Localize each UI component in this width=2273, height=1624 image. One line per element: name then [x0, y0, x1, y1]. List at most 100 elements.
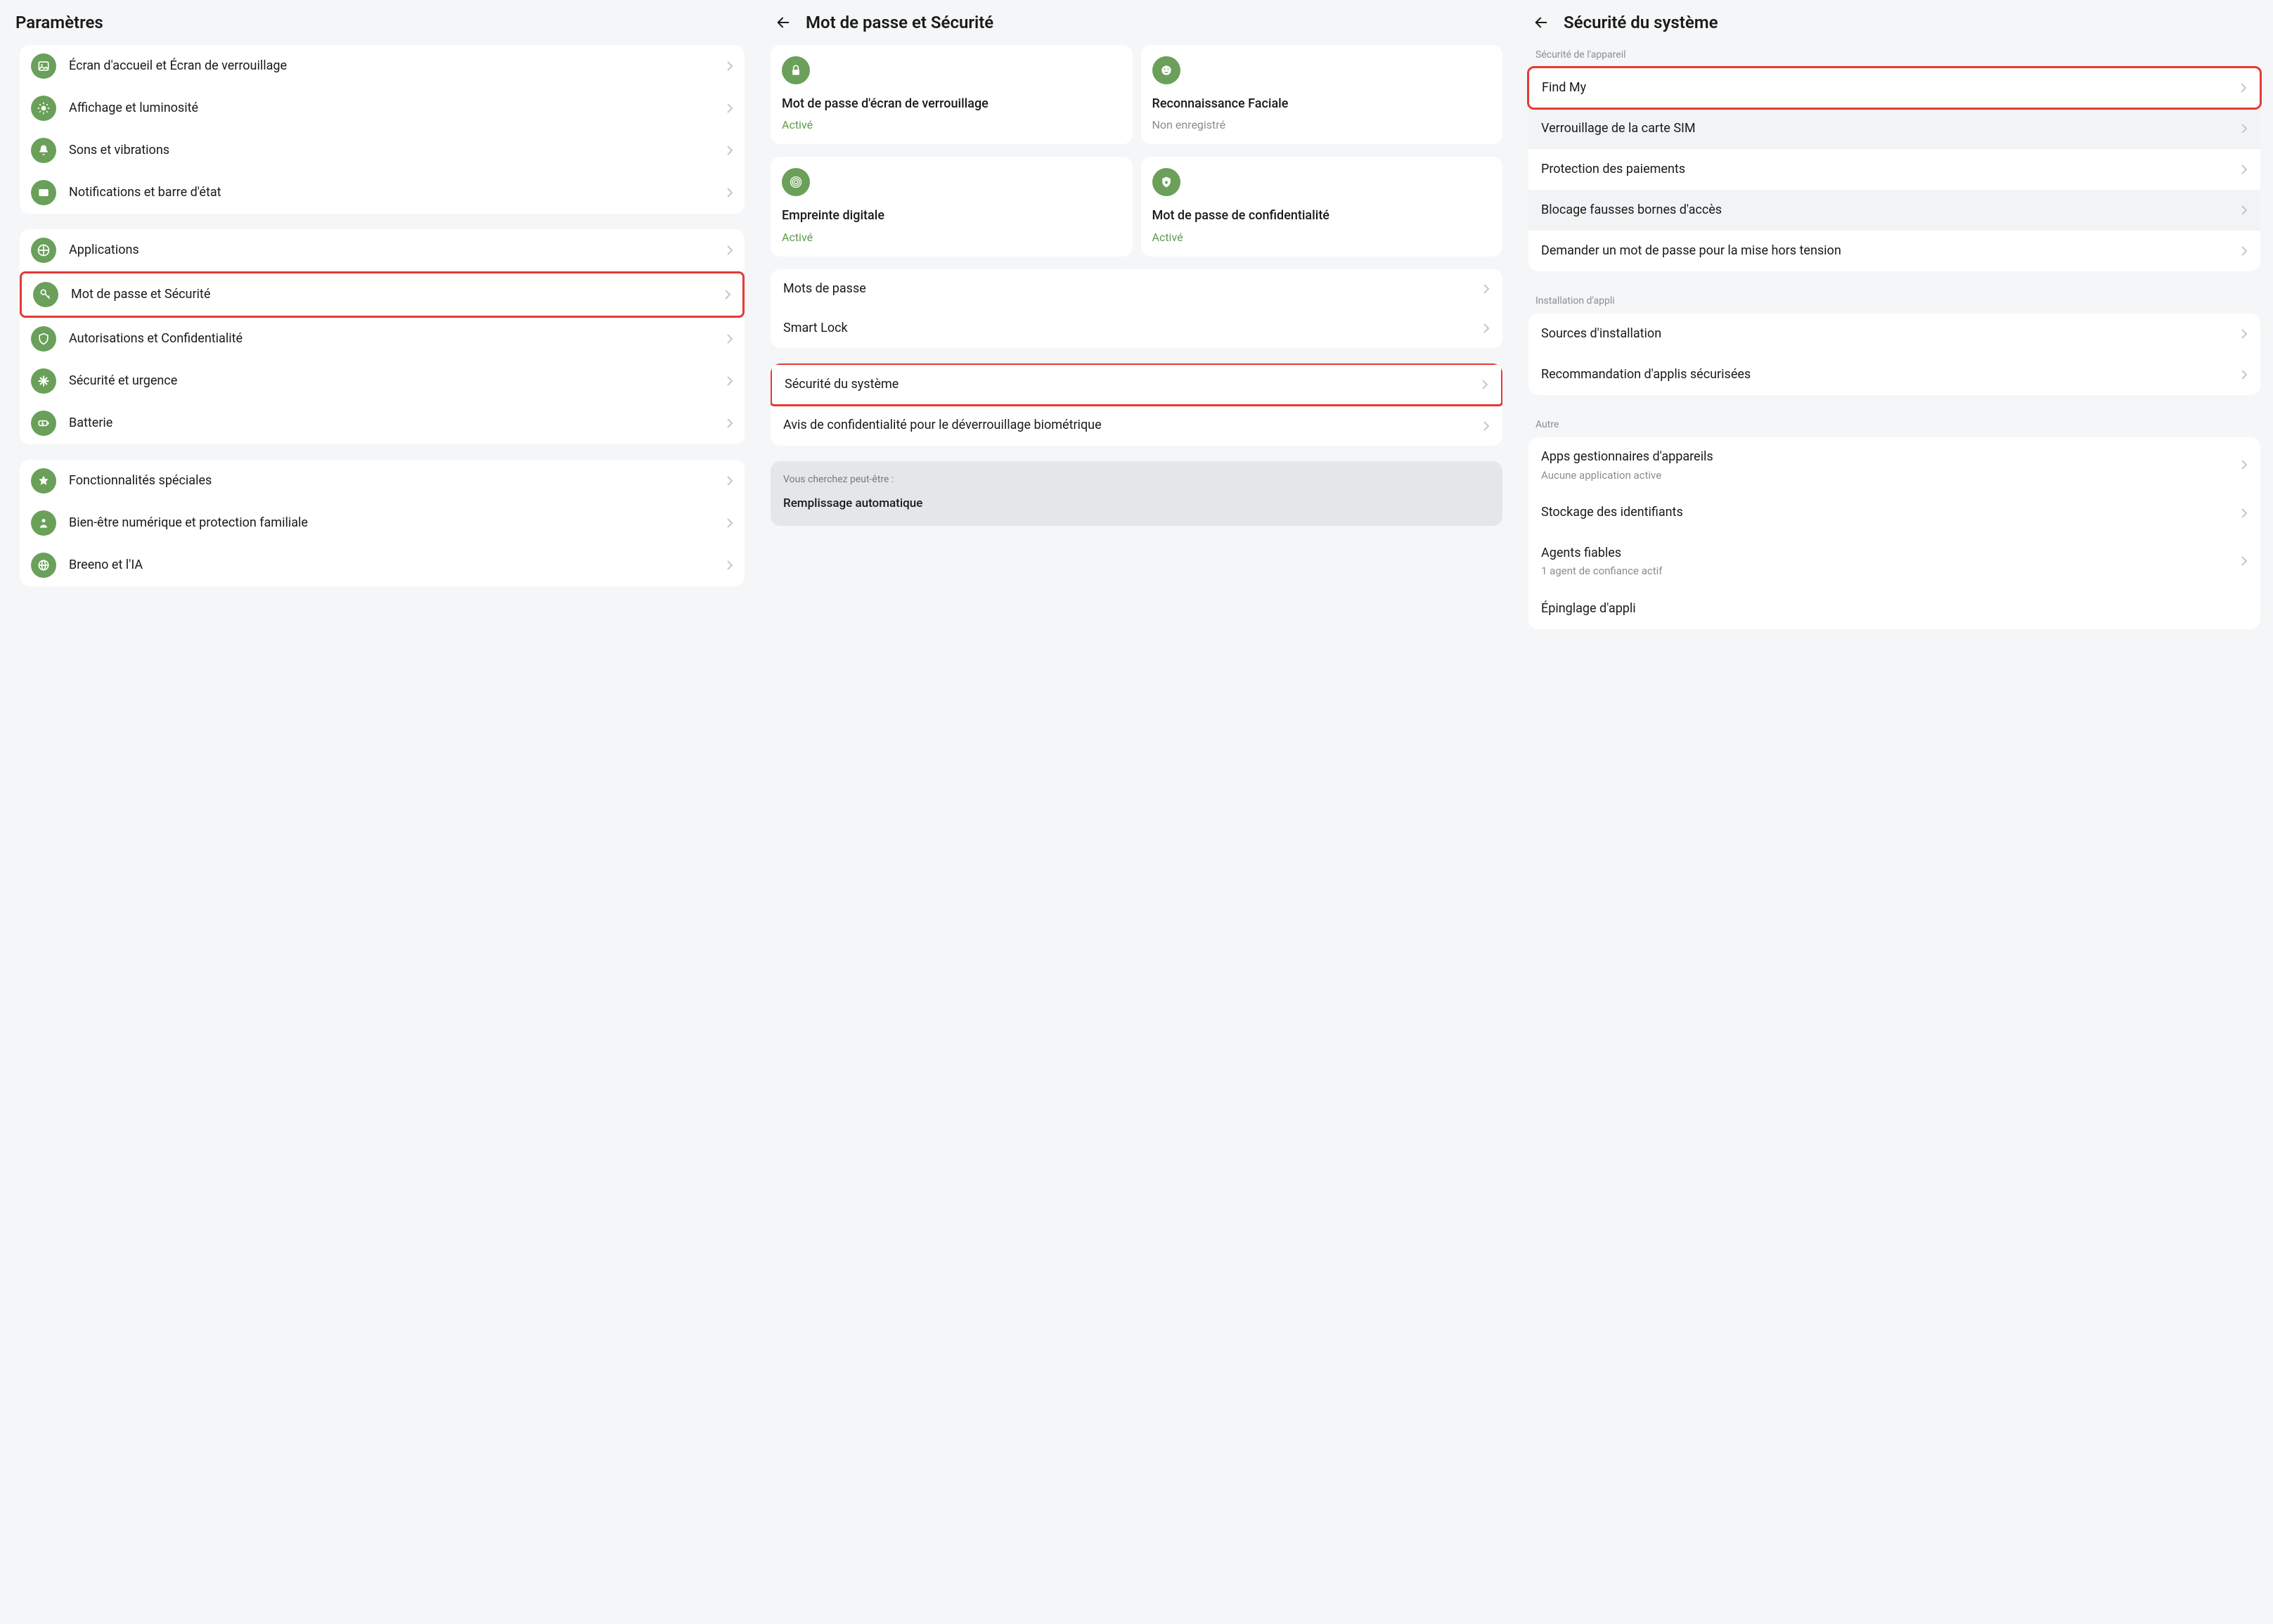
row-label: Sources d'installation: [1541, 326, 2241, 342]
list-item-biometric-privacy[interactable]: Avis de confidentialité pour le déverrou…: [771, 406, 1502, 445]
item-sim-lock[interactable]: Verrouillage de la carte SIM: [1528, 108, 2260, 149]
privacy-lock-icon: [1152, 168, 1180, 196]
chevron-right-icon: [1483, 323, 1490, 334]
card-fingerprint[interactable]: Empreinte digitale Activé: [771, 157, 1133, 256]
chevron-right-icon: [2241, 205, 2248, 216]
row-label: Find My: [1542, 79, 2240, 96]
row-label: Breeno et l'IA: [69, 557, 726, 573]
card-status: Activé: [782, 231, 1121, 244]
settings-item-lockscreen[interactable]: Écran d'accueil et Écran de verrouillage: [20, 45, 745, 87]
chevron-right-icon: [726, 245, 733, 256]
brightness-icon: [31, 96, 56, 121]
item-install-sources[interactable]: Sources d'installation: [1528, 314, 2260, 354]
item-secure-apps-recommendation[interactable]: Recommandation d'applis sécurisées: [1528, 354, 2260, 395]
row-label: Recommandation d'applis sécurisées: [1541, 366, 2241, 383]
item-credential-storage[interactable]: Stockage des identifiants: [1528, 493, 2260, 534]
settings-item-special[interactable]: Fonctionnalités spéciales: [20, 460, 745, 502]
card-lockscreen-password[interactable]: Mot de passe d'écran de verrouillage Act…: [771, 45, 1133, 144]
card-status: Non enregistré: [1152, 118, 1492, 131]
chevron-right-icon: [726, 145, 733, 156]
section-head-other: Autre: [1516, 415, 2273, 437]
row-label: Sons et vibrations: [69, 142, 726, 158]
image-icon: [31, 53, 56, 79]
row-label: Affichage et luminosité: [69, 100, 726, 116]
list-item-passwords[interactable]: Mots de passe: [771, 269, 1502, 309]
row-label: Applications: [69, 242, 726, 258]
chevron-right-icon: [726, 560, 733, 571]
row-label: Apps gestionnaires d'appareils: [1541, 449, 2241, 465]
chevron-right-icon: [2241, 164, 2248, 175]
header: Paramètres: [0, 13, 757, 45]
header: Sécurité du système: [1516, 13, 2273, 45]
chevron-right-icon: [726, 418, 733, 429]
item-trusted-agents[interactable]: Agents fiables 1 agent de confiance acti…: [1528, 534, 2260, 588]
chevron-right-icon: [2241, 508, 2248, 519]
row-label: Blocage fausses bornes d'accès: [1541, 202, 2241, 219]
settings-item-battery[interactable]: Batterie: [20, 402, 745, 444]
grid-icon: [31, 238, 56, 263]
bell-icon: [31, 138, 56, 163]
settings-item-password-security[interactable]: Mot de passe et Sécurité: [20, 271, 745, 318]
row-label: Écran d'accueil et Écran de verrouillage: [69, 58, 726, 74]
row-label: Avis de confidentialité pour le déverrou…: [783, 417, 1483, 434]
back-button[interactable]: [1531, 13, 1551, 32]
settings-item-permissions[interactable]: Autorisations et Confidentialité: [20, 318, 745, 360]
key-icon: [33, 282, 58, 307]
row-sublabel: 1 agent de confiance actif: [1541, 565, 2241, 577]
list-group-2: Sécurité du système Avis de confidential…: [771, 363, 1502, 446]
list-item-smart-lock[interactable]: Smart Lock: [771, 309, 1502, 348]
card-face-recognition[interactable]: Reconnaissance Faciale Non enregistré: [1141, 45, 1503, 144]
chevron-right-icon: [2241, 245, 2248, 257]
section-head-device: Sécurité de l'appareil: [1516, 45, 2273, 67]
item-payment-protection[interactable]: Protection des paiements: [1528, 149, 2260, 190]
settings-item-apps[interactable]: Applications: [20, 229, 745, 271]
chevron-right-icon: [2241, 123, 2248, 134]
fingerprint-icon: [782, 168, 810, 196]
suggestions-box: Vous cherchez peut-être : Remplissage au…: [771, 461, 1502, 526]
panel-password-security: Mot de passe et Sécurité Mot de passe d'…: [757, 0, 1515, 1624]
settings-group-3: Fonctionnalités spéciales Bien-être numé…: [20, 460, 745, 586]
chevron-right-icon: [726, 103, 733, 114]
card-privacy-password[interactable]: Mot de passe de confidentialité Activé: [1141, 157, 1503, 256]
item-fake-base-block[interactable]: Blocage fausses bornes d'accès: [1528, 190, 2260, 231]
settings-item-breeno[interactable]: Breeno et l'IA: [20, 544, 745, 586]
section-app-install: Sources d'installation Recommandation d'…: [1528, 314, 2260, 395]
settings-item-display[interactable]: Affichage et luminosité: [20, 87, 745, 129]
row-label: Épinglage d'appli: [1541, 600, 2248, 617]
chevron-right-icon: [1483, 283, 1490, 295]
row-label: Stockage des identifiants: [1541, 504, 2241, 521]
app-root: Paramètres Écran d'accueil et Écran de v…: [0, 0, 2273, 1624]
row-sublabel: Aucune application active: [1541, 469, 2241, 482]
item-app-pinning[interactable]: Épinglage d'appli: [1528, 588, 2260, 629]
row-label: Verrouillage de la carte SIM: [1541, 120, 2241, 137]
row-label: Demander un mot de passe pour la mise ho…: [1541, 243, 2241, 259]
chevron-right-icon: [2241, 328, 2248, 340]
settings-item-sounds[interactable]: Sons et vibrations: [20, 129, 745, 172]
list-item-system-security[interactable]: Sécurité du système: [771, 363, 1502, 406]
shield-icon: [31, 326, 56, 352]
item-find-my[interactable]: Find My: [1527, 66, 2262, 110]
card-status: Activé: [782, 118, 1121, 131]
row-label: Sécurité et urgence: [69, 373, 726, 389]
face-icon: [1152, 56, 1180, 84]
back-button[interactable]: [773, 13, 793, 32]
wellbeing-icon: [31, 510, 56, 536]
row-label: Notifications et barre d'état: [69, 184, 726, 200]
page-title: Mot de passe et Sécurité: [806, 13, 993, 32]
settings-group-1: Écran d'accueil et Écran de verrouillage…: [20, 45, 745, 214]
item-poweroff-password[interactable]: Demander un mot de passe pour la mise ho…: [1528, 231, 2260, 271]
section-device-security: Find My Verrouillage de la carte SIM Pro…: [1528, 66, 2260, 271]
suggestion-item-autofill[interactable]: Remplissage automatique: [783, 496, 1490, 510]
settings-item-emergency[interactable]: Sécurité et urgence: [20, 360, 745, 402]
card-title: Mot de passe d'écran de verrouillage: [782, 96, 1121, 112]
item-device-admin-apps[interactable]: Apps gestionnaires d'appareils Aucune ap…: [1528, 437, 2260, 492]
settings-item-wellbeing[interactable]: Bien-être numérique et protection famili…: [20, 502, 745, 544]
chevron-right-icon: [726, 187, 733, 198]
settings-item-notifications[interactable]: Notifications et barre d'état: [20, 172, 745, 214]
row-label: Batterie: [69, 415, 726, 431]
chevron-right-icon: [2241, 555, 2248, 567]
globe-icon: [31, 553, 56, 578]
card-title: Reconnaissance Faciale: [1152, 96, 1492, 112]
panel-system-security: Sécurité du système Sécurité de l'appare…: [1515, 0, 2273, 1624]
card-title: Mot de passe de confidentialité: [1152, 207, 1492, 224]
